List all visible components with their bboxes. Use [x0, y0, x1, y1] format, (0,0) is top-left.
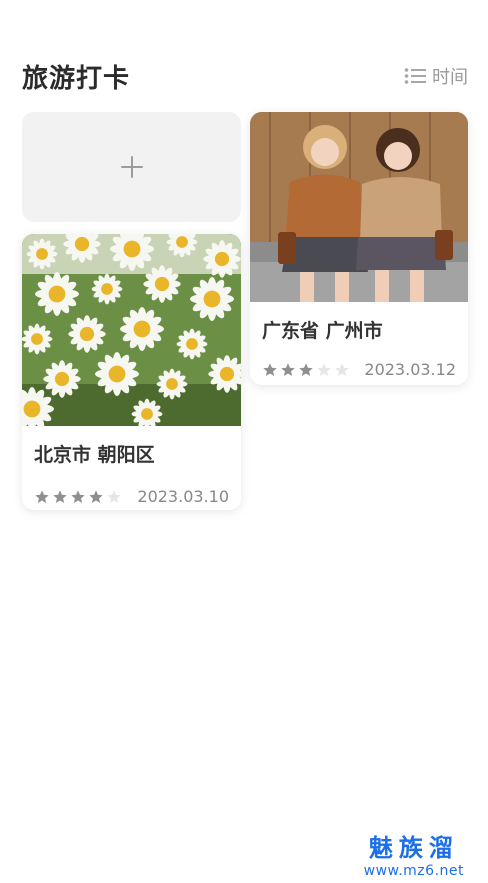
- card-location: 北京市 朝阳区: [34, 444, 155, 466]
- star-filled-icon: [35, 489, 49, 503]
- header: 旅游打卡 时间: [22, 58, 468, 94]
- list-icon: [404, 68, 426, 84]
- star-filled-icon: [53, 489, 67, 503]
- star-empty-icon: [317, 362, 331, 376]
- two-girls-photo: [250, 112, 468, 302]
- sort-by-time-button[interactable]: 时间: [404, 63, 468, 89]
- watermark-url: www.mz6.net: [363, 863, 464, 879]
- daisy-flowers-photo: [22, 234, 241, 426]
- star-filled-icon: [89, 489, 103, 503]
- star-rating: [34, 489, 122, 505]
- card-meta: 2023.03.10: [22, 487, 241, 506]
- star-filled-icon: [299, 362, 313, 376]
- star-empty-icon: [335, 362, 349, 376]
- card-location: 广东省 广州市: [262, 320, 383, 342]
- star-rating: [262, 362, 350, 378]
- star-filled-icon: [281, 362, 295, 376]
- plus-icon: [120, 156, 143, 178]
- watermark-logo: 魅族溜 www.mz6.net: [364, 833, 464, 879]
- star-filled-icon: [263, 362, 277, 376]
- watermark-title: 魅族溜: [368, 834, 459, 862]
- checkin-card[interactable]: 广东省 广州市 2023.03.12: [250, 112, 468, 385]
- card-date: 2023.03.10: [137, 487, 229, 506]
- card-date: 2023.03.12: [364, 360, 456, 379]
- add-checkin-button[interactable]: [22, 112, 241, 222]
- checkin-card[interactable]: 北京市 朝阳区 2023.03.10: [22, 234, 241, 510]
- star-empty-icon: [107, 489, 121, 503]
- sort-label: 时间: [432, 67, 468, 88]
- star-filled-icon: [71, 489, 85, 503]
- app-screen: 旅游打卡 时间 北京市 朝阳区 2023.03.10 广东省 广州市 2023.…: [0, 0, 488, 883]
- card-meta: 2023.03.12: [250, 360, 468, 379]
- page-title: 旅游打卡: [22, 63, 131, 94]
